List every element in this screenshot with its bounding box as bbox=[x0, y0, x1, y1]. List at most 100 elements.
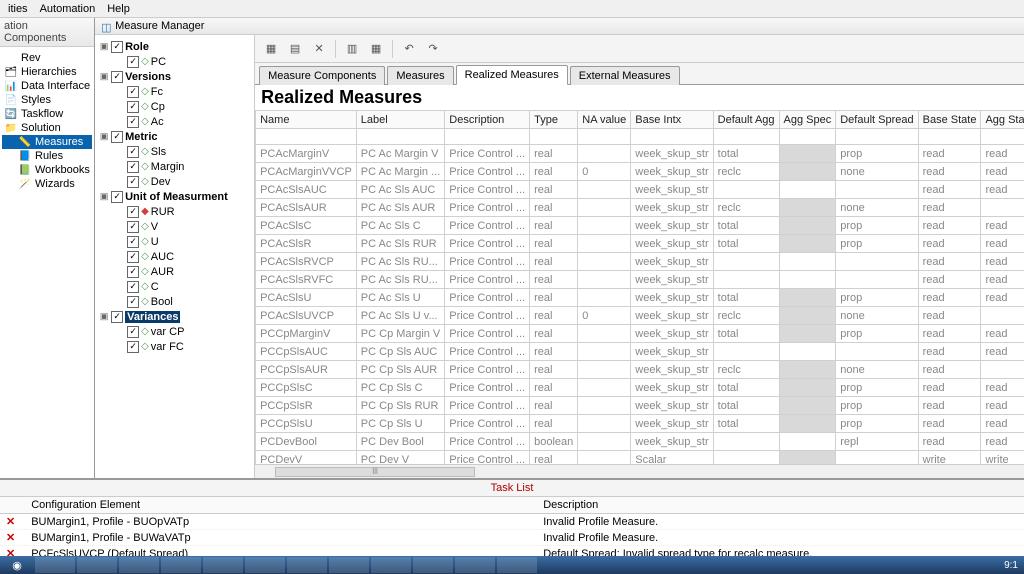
filter-cell[interactable] bbox=[918, 129, 981, 145]
cols2-icon[interactable]: ▦ bbox=[366, 39, 386, 59]
cell[interactable]: Price Control ... bbox=[445, 343, 530, 361]
cell[interactable]: read bbox=[918, 343, 981, 361]
expand-icon[interactable]: ▣ bbox=[99, 191, 109, 202]
structure-tree-item[interactable]: ◇Sls bbox=[95, 144, 254, 159]
cell[interactable] bbox=[779, 181, 836, 199]
system-clock[interactable]: 9:1 bbox=[998, 560, 1024, 571]
expand-icon[interactable]: ▣ bbox=[99, 71, 109, 82]
cell[interactable] bbox=[713, 343, 779, 361]
filter-cell[interactable] bbox=[445, 129, 530, 145]
cell[interactable] bbox=[578, 271, 631, 289]
cell[interactable]: read bbox=[918, 433, 981, 451]
nav-item[interactable]: Taskflow bbox=[2, 107, 92, 121]
cell[interactable]: boolean bbox=[530, 433, 578, 451]
column-header[interactable]: Agg State bbox=[981, 111, 1024, 129]
cell[interactable] bbox=[578, 235, 631, 253]
cell[interactable]: PC Ac Margin V bbox=[356, 145, 444, 163]
cell[interactable]: week_skup_str bbox=[631, 181, 713, 199]
checkbox[interactable] bbox=[111, 191, 123, 203]
structure-tree-item[interactable]: ◇var CP bbox=[95, 324, 254, 339]
taskbar-item[interactable] bbox=[203, 557, 243, 573]
cell[interactable] bbox=[578, 289, 631, 307]
checkbox[interactable] bbox=[111, 311, 123, 323]
structure-tree-item[interactable]: ◇U bbox=[95, 234, 254, 249]
cell[interactable]: week_skup_str bbox=[631, 163, 713, 181]
cell[interactable]: Price Control ... bbox=[445, 253, 530, 271]
cell[interactable]: prop bbox=[836, 325, 918, 343]
cell[interactable]: read bbox=[918, 145, 981, 163]
tab[interactable]: Measures bbox=[387, 66, 453, 85]
column-header[interactable]: NA value bbox=[578, 111, 631, 129]
cell[interactable]: prop bbox=[836, 217, 918, 235]
cell[interactable]: PC Ac Sls U bbox=[356, 289, 444, 307]
cell[interactable]: PC Ac Sls AUR bbox=[356, 199, 444, 217]
checkbox[interactable] bbox=[127, 266, 139, 278]
structure-tree-item[interactable]: ▣Variances bbox=[95, 309, 254, 324]
cell[interactable] bbox=[578, 397, 631, 415]
table-row[interactable]: PCAcSlsAURPC Ac Sls AURPrice Control ...… bbox=[256, 199, 1024, 217]
tab[interactable]: Measure Components bbox=[259, 66, 385, 85]
cell[interactable]: read bbox=[981, 379, 1024, 397]
expand-icon[interactable]: ▣ bbox=[99, 131, 109, 142]
cell[interactable] bbox=[779, 199, 836, 217]
cell[interactable]: week_skup_str bbox=[631, 217, 713, 235]
grid-icon[interactable]: ▦ bbox=[261, 39, 281, 59]
cell[interactable]: week_skup_str bbox=[631, 415, 713, 433]
nav-item[interactable]: Rules bbox=[2, 149, 92, 163]
structure-tree-item[interactable]: ◆RUR bbox=[95, 204, 254, 219]
cell[interactable] bbox=[779, 289, 836, 307]
cell[interactable]: prop bbox=[836, 379, 918, 397]
taskbar-item[interactable] bbox=[329, 557, 369, 573]
cell[interactable] bbox=[578, 253, 631, 271]
cell[interactable] bbox=[779, 415, 836, 433]
cell[interactable]: Price Control ... bbox=[445, 379, 530, 397]
tab[interactable]: External Measures bbox=[570, 66, 680, 85]
cell[interactable]: read bbox=[918, 397, 981, 415]
cell[interactable]: total bbox=[713, 379, 779, 397]
cell[interactable]: Price Control ... bbox=[445, 361, 530, 379]
checkbox[interactable] bbox=[111, 71, 123, 83]
column-header[interactable]: Agg Spec bbox=[779, 111, 836, 129]
cell[interactable]: reclc bbox=[713, 361, 779, 379]
cell[interactable] bbox=[713, 433, 779, 451]
structure-tree-item[interactable]: ▣Role bbox=[95, 39, 254, 54]
cell[interactable]: prop bbox=[836, 397, 918, 415]
cell[interactable]: Price Control ... bbox=[445, 397, 530, 415]
cell[interactable]: Price Control ... bbox=[445, 181, 530, 199]
cell[interactable]: PCAcSlsC bbox=[256, 217, 357, 235]
cell[interactable]: repl bbox=[836, 433, 918, 451]
cell[interactable] bbox=[779, 163, 836, 181]
structure-tree-item[interactable]: ▣Unit of Measurment bbox=[95, 189, 254, 204]
cell[interactable]: 0 bbox=[578, 307, 631, 325]
table-row[interactable]: PCCpMarginVPC Cp Margin VPrice Control .… bbox=[256, 325, 1024, 343]
table-row[interactable]: PCDevVPC Dev VPrice Control ...realScala… bbox=[256, 451, 1024, 465]
checkbox[interactable] bbox=[127, 236, 139, 248]
cell[interactable]: read bbox=[981, 235, 1024, 253]
table-row[interactable]: PCAcSlsAUCPC Ac Sls AUCPrice Control ...… bbox=[256, 181, 1024, 199]
table-row[interactable]: PCAcSlsUPC Ac Sls UPrice Control ...real… bbox=[256, 289, 1024, 307]
cell[interactable] bbox=[713, 181, 779, 199]
filter-cell[interactable] bbox=[779, 129, 836, 145]
cell[interactable]: real bbox=[530, 253, 578, 271]
cell[interactable]: PCAcSlsU bbox=[256, 289, 357, 307]
cell[interactable]: read bbox=[918, 361, 981, 379]
cell[interactable]: total bbox=[713, 217, 779, 235]
cell[interactable]: real bbox=[530, 199, 578, 217]
column-header[interactable]: Base Intx bbox=[631, 111, 713, 129]
cell[interactable] bbox=[578, 199, 631, 217]
cell[interactable]: PC Ac Sls RUR bbox=[356, 235, 444, 253]
taskbar-item[interactable] bbox=[413, 557, 453, 573]
cell[interactable]: Price Control ... bbox=[445, 145, 530, 163]
cell[interactable] bbox=[578, 451, 631, 465]
grid2-icon[interactable]: ▤ bbox=[285, 39, 305, 59]
cell[interactable]: PC Ac Sls RU... bbox=[356, 253, 444, 271]
table-row[interactable]: PCAcSlsUVCPPC Ac Sls U v...Price Control… bbox=[256, 307, 1024, 325]
taskbar-item[interactable] bbox=[161, 557, 201, 573]
filter-cell[interactable] bbox=[530, 129, 578, 145]
cell[interactable]: week_skup_str bbox=[631, 361, 713, 379]
cell[interactable] bbox=[836, 181, 918, 199]
cell[interactable] bbox=[836, 253, 918, 271]
cell[interactable]: total bbox=[713, 145, 779, 163]
taskbar-item[interactable] bbox=[455, 557, 495, 573]
cell[interactable] bbox=[713, 451, 779, 465]
